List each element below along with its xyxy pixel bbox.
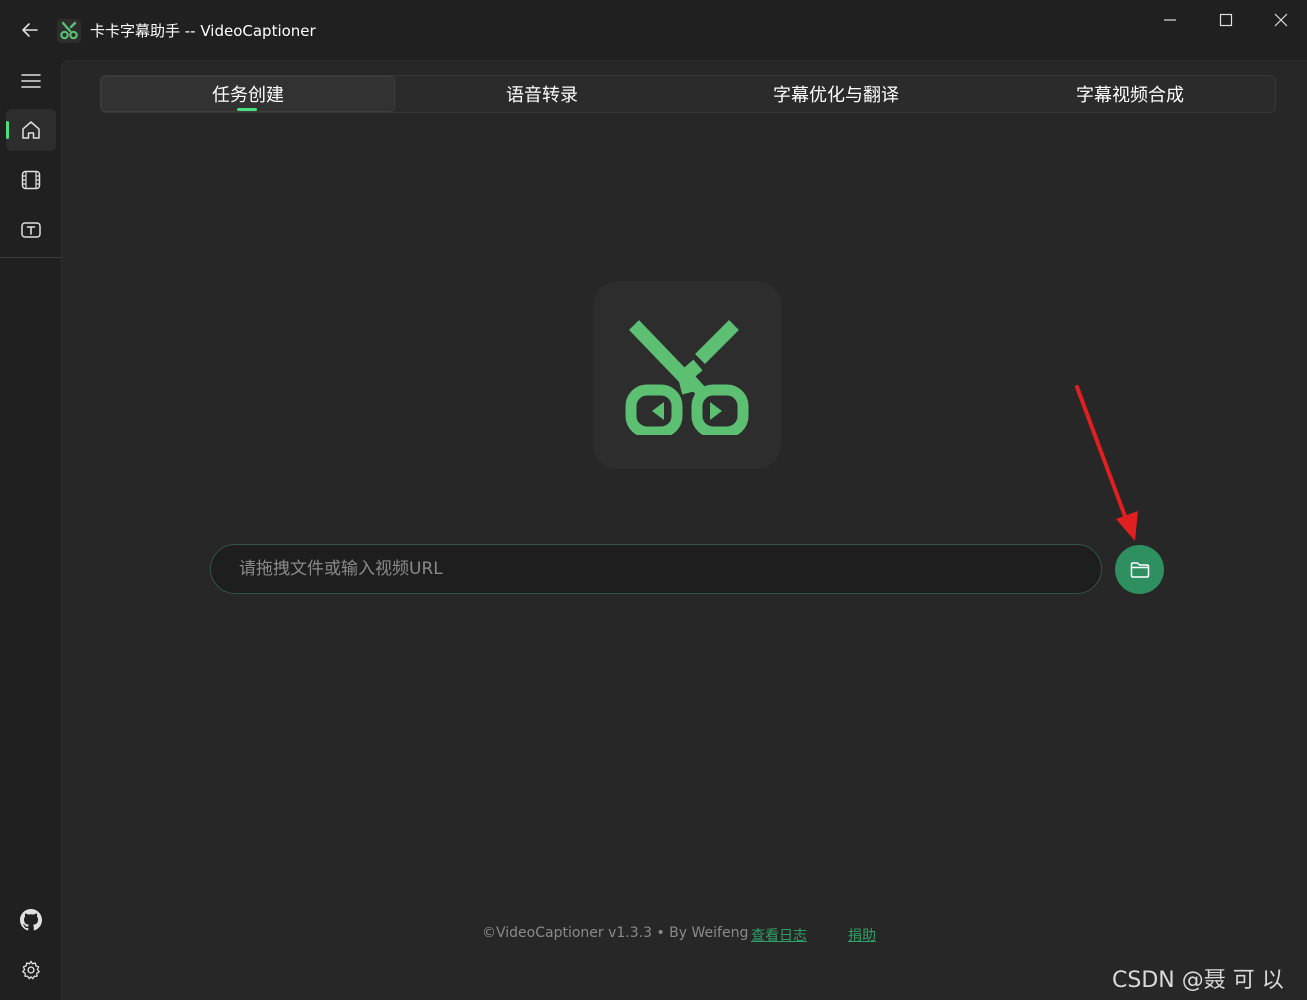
film-icon <box>21 170 41 190</box>
home-icon <box>22 121 40 139</box>
tab-label: 任务创建 <box>212 85 284 106</box>
tab-transcription[interactable]: 语音转录 <box>395 76 689 112</box>
tab-task-create[interactable]: 任务创建 <box>101 76 395 112</box>
back-button[interactable] <box>10 12 50 48</box>
tab-subtitle-optimize[interactable]: 字幕优化与翻译 <box>689 76 983 112</box>
maximize-icon <box>1219 13 1233 27</box>
nav-menu-button[interactable] <box>6 60 56 102</box>
tab-active-underline <box>237 108 257 111</box>
annotation-arrow <box>1075 385 1138 541</box>
footer-copyright: ©VideoCaptioner v1.3.3 • By Weifeng <box>482 925 749 941</box>
nav-item-subtitle[interactable] <box>6 209 56 251</box>
minimize-button[interactable] <box>1142 0 1198 40</box>
browse-folder-button[interactable] <box>1115 545 1164 594</box>
text-box-icon <box>21 222 41 238</box>
scissors-logo-icon <box>625 320 749 435</box>
window-title: 卡卡字幕助手 -- VideoCaptioner <box>90 22 316 40</box>
arrow-left-icon <box>22 23 38 37</box>
folder-icon <box>1130 561 1149 578</box>
view-log-link[interactable]: 查看日志 <box>751 925 807 945</box>
nav-divider <box>0 257 61 258</box>
donate-link[interactable]: 捐助 <box>848 925 876 945</box>
tab-label: 字幕优化与翻译 <box>773 85 899 106</box>
tab-label: 语音转录 <box>506 85 578 106</box>
watermark: CSDN @聂 可 以 <box>1112 968 1284 993</box>
close-button[interactable] <box>1254 0 1307 40</box>
nav-active-indicator <box>6 121 9 139</box>
footer: ©VideoCaptioner v1.3.3 • By Weifeng 查看日志… <box>62 925 1307 949</box>
menu-icon <box>21 74 41 88</box>
maximize-button[interactable] <box>1198 0 1254 40</box>
tab-video-synthesis[interactable]: 字幕视频合成 <box>983 76 1277 112</box>
main-panel: 任务创建 语音转录 字幕优化与翻译 字幕视频合成 请拖拽文件或输入视频URL ©… <box>61 60 1307 1000</box>
nav-item-video[interactable] <box>6 159 56 201</box>
app-logo-icon <box>57 19 81 43</box>
gear-icon <box>22 960 40 980</box>
app-hero-logo <box>593 281 781 469</box>
github-icon <box>20 909 42 931</box>
tab-label: 字幕视频合成 <box>1076 85 1184 106</box>
minimize-icon <box>1164 19 1176 21</box>
nav-settings-button[interactable] <box>6 949 56 991</box>
title-bar: 卡卡字幕助手 -- VideoCaptioner <box>0 0 1307 60</box>
nav-item-home[interactable] <box>6 109 56 151</box>
url-input[interactable] <box>210 544 1102 594</box>
close-icon <box>1274 13 1287 27</box>
tab-bar: 任务创建 语音转录 字幕优化与翻译 字幕视频合成 <box>100 75 1276 113</box>
side-navigation <box>0 60 61 1000</box>
nav-github-button[interactable] <box>6 899 56 941</box>
